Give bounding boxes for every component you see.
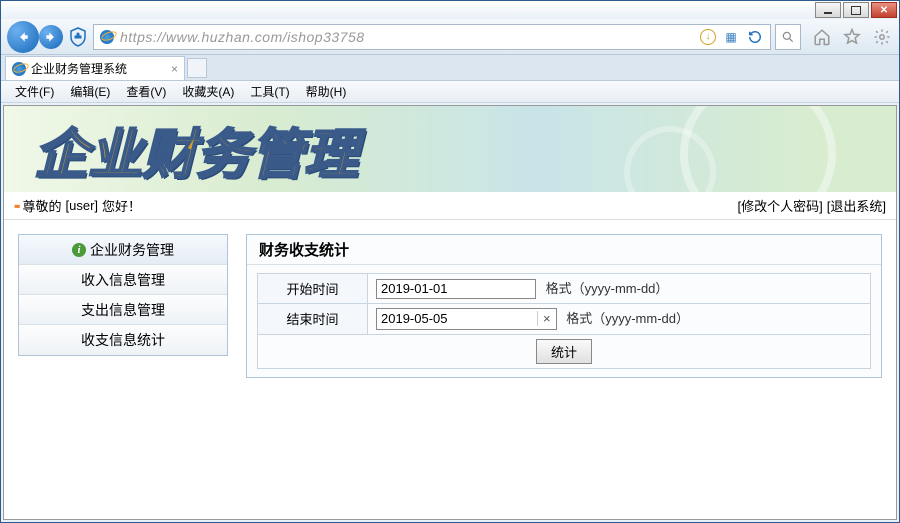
home-button[interactable] [811, 26, 833, 48]
browser-tab[interactable]: 企业财务管理系统 × [5, 56, 185, 80]
stop-icon[interactable]: ▦ [722, 28, 740, 46]
greeting-prefix: 尊敬的 [23, 196, 62, 215]
form-row-start: 开始时间 格式（yyyy-mm-dd） [258, 274, 871, 304]
tab-title: 企业财务管理系统 [31, 60, 127, 77]
url-tools: ↓ ▦ [700, 28, 764, 46]
end-date-label: 结束时间 [258, 303, 368, 334]
banner-title: 企业财务管理 [34, 110, 358, 189]
arrow-left-icon [16, 30, 30, 44]
sidebar-item-label: 收入信息管理 [81, 270, 165, 290]
new-tab-button[interactable] [187, 58, 207, 78]
banner: 企业财务管理 [4, 106, 896, 192]
menu-help[interactable]: 帮助(H) [298, 81, 355, 102]
greeting-row: ▪▪ 尊敬的 [user] 您好！ [修改个人密码] [退出系统] [4, 192, 896, 220]
tab-close-button[interactable]: × [171, 62, 178, 76]
maximize-button[interactable] [843, 2, 869, 18]
menu-bar: 文件(F) 编辑(E) 查看(V) 收藏夹(A) 工具(T) 帮助(H) [1, 81, 899, 103]
back-button[interactable] [7, 21, 39, 53]
submit-button[interactable]: 统计 [536, 339, 592, 364]
address-bar: https://www.huzhan.com/ishop33758 ↓ ▦ [1, 19, 899, 55]
clear-input-button[interactable]: × [537, 311, 556, 326]
ie-icon [12, 62, 26, 76]
browser-tool-buttons [805, 26, 893, 48]
search-box[interactable] [775, 24, 801, 50]
sidebar-item-finance-mgmt[interactable]: i 企业财务管理 [19, 235, 227, 265]
form-table: 开始时间 格式（yyyy-mm-dd） 结束时间 [257, 273, 871, 369]
window-titlebar: ✕ [1, 1, 899, 19]
side-menu: i 企业财务管理 收入信息管理 支出信息管理 收支信息统计 [18, 234, 228, 356]
main-area: i 企业财务管理 收入信息管理 支出信息管理 收支信息统计 财务 [4, 220, 896, 517]
menu-tools[interactable]: 工具(T) [242, 81, 297, 102]
form-row-submit: 统计 [258, 334, 871, 368]
stats-panel: 财务收支统计 开始时间 格式（yyyy-mm-dd） 结 [246, 234, 882, 378]
sidebar-item-stats[interactable]: 收支信息统计 [19, 325, 227, 355]
start-date-label: 开始时间 [258, 274, 368, 304]
sidebar-item-expense[interactable]: 支出信息管理 [19, 295, 227, 325]
url-text: https://www.huzhan.com/ishop33758 [120, 29, 694, 45]
search-icon [781, 30, 795, 44]
arrow-right-icon [44, 30, 58, 44]
panel-title: 财务收支统计 [247, 235, 881, 265]
start-date-hint: 格式（yyyy-mm-dd） [546, 281, 669, 296]
tab-strip: 企业财务管理系统 × [1, 55, 899, 81]
refresh-icon[interactable] [746, 28, 764, 46]
gear-icon [873, 28, 891, 46]
sidebar-item-label: 企业财务管理 [90, 240, 174, 260]
bullet-icon: ▪▪ [14, 199, 19, 213]
tools-button[interactable] [871, 26, 893, 48]
sidebar-item-label: 收支信息统计 [81, 330, 165, 350]
browser-window: ✕ https://www.huzhan.com/ishop33758 ↓ ▦ [0, 0, 900, 523]
start-date-input[interactable] [376, 279, 536, 299]
close-button[interactable]: ✕ [871, 2, 897, 18]
minimize-button[interactable] [815, 2, 841, 18]
greeting-suffix: 您好！ [102, 196, 141, 215]
greeting-user: [user] [66, 198, 99, 213]
sidebar-item-label: 支出信息管理 [81, 300, 165, 320]
star-icon [843, 28, 861, 46]
security-shield-icon[interactable] [67, 26, 89, 48]
favorites-button[interactable] [841, 26, 863, 48]
sidebar-item-income[interactable]: 收入信息管理 [19, 265, 227, 295]
sidebar: i 企业财务管理 收入信息管理 支出信息管理 收支信息统计 [18, 234, 228, 503]
end-date-input[interactable] [377, 310, 537, 328]
info-icon: i [72, 243, 86, 257]
home-icon [813, 28, 831, 46]
ie-icon [100, 30, 114, 44]
content: 财务收支统计 开始时间 格式（yyyy-mm-dd） 结 [246, 234, 882, 503]
page-content: 企业财务管理 ▪▪ 尊敬的 [user] 您好！ [修改个人密码] [退出系统]… [3, 105, 897, 520]
menu-edit[interactable]: 编辑(E) [62, 81, 118, 102]
compat-view-icon[interactable]: ↓ [700, 29, 716, 45]
menu-file[interactable]: 文件(F) [7, 81, 62, 102]
end-date-hint: 格式（yyyy-mm-dd） [566, 311, 689, 326]
url-field[interactable]: https://www.huzhan.com/ishop33758 ↓ ▦ [93, 24, 771, 50]
menu-view[interactable]: 查看(V) [118, 81, 174, 102]
logout-link[interactable]: [退出系统] [827, 196, 886, 215]
menu-favorites[interactable]: 收藏夹(A) [174, 81, 242, 102]
change-password-link[interactable]: [修改个人密码] [738, 196, 823, 215]
forward-button[interactable] [39, 25, 63, 49]
form-row-end: 结束时间 × 格式（yyyy-mm-dd） [258, 303, 871, 334]
